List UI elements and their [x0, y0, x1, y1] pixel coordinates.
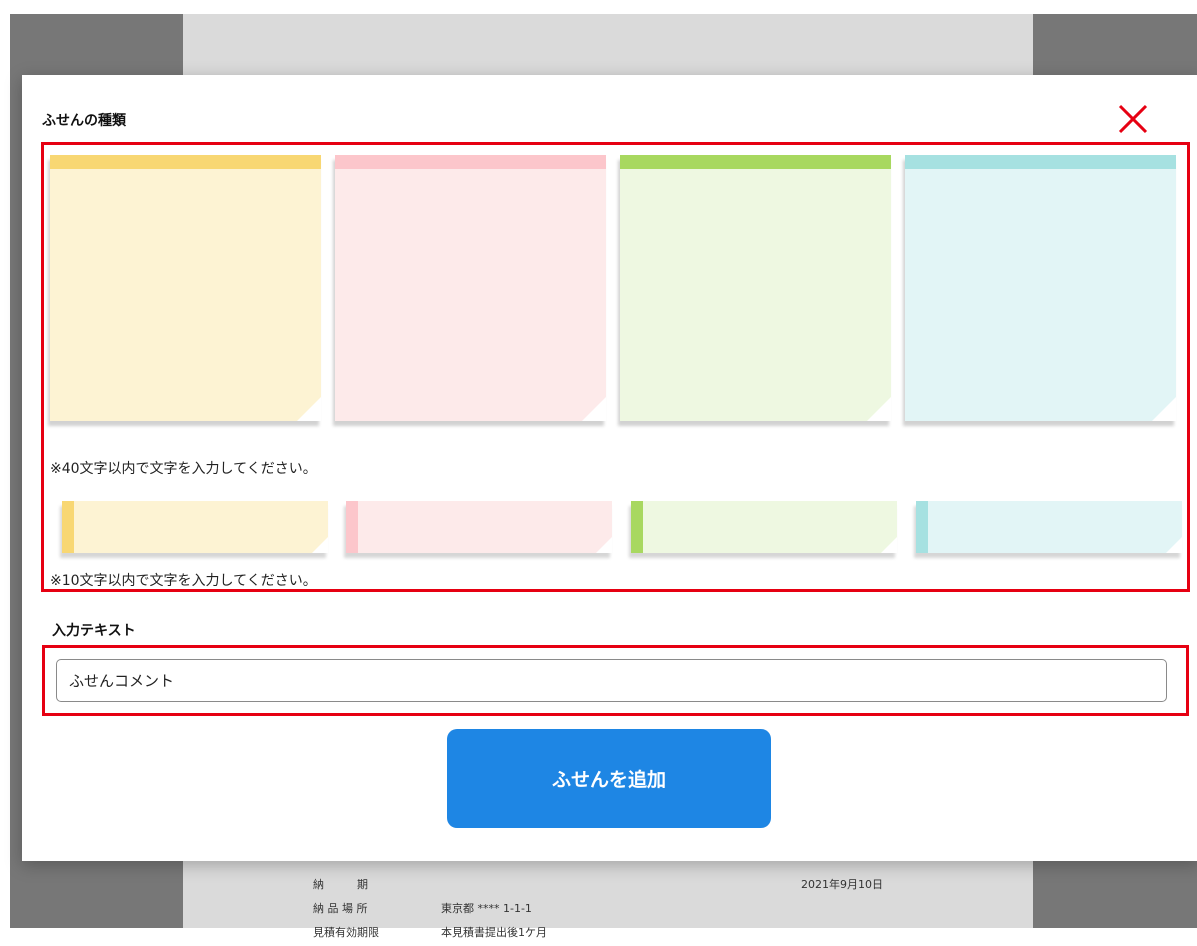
- doc-date: 2021年9月10日: [801, 878, 883, 891]
- small-note-pink[interactable]: [346, 501, 612, 553]
- note-text-input[interactable]: [56, 659, 1167, 702]
- document-details: 納 期 2021年9月10日 納 品 場 所 東京都 **** 1-1-1 見積…: [183, 862, 1033, 942]
- note-band: [50, 155, 321, 169]
- input-label: 入力テキスト: [52, 623, 136, 639]
- page-curl-icon: [582, 397, 606, 421]
- note-band: [905, 155, 1176, 169]
- doc-label: 納 品 場 所: [313, 902, 368, 915]
- note-band: [335, 155, 606, 169]
- note-band: [916, 501, 928, 553]
- doc-label: 見積有効期限: [313, 926, 379, 939]
- note-band: [620, 155, 891, 169]
- doc-value: 東京都 **** 1-1-1: [441, 902, 532, 915]
- note-band: [346, 501, 358, 553]
- dialog-title: ふせんの種類: [42, 113, 126, 129]
- large-note-pink[interactable]: [335, 155, 606, 421]
- page-curl-icon: [1166, 537, 1182, 553]
- note-band: [631, 501, 643, 553]
- page-curl-icon: [312, 537, 328, 553]
- page-curl-icon: [881, 537, 897, 553]
- sticky-note-dialog: ふせんの種類 ※40文字以内で文字を入力してください。 ※10文字以内で文字を入…: [22, 75, 1197, 861]
- close-icon: [1118, 104, 1148, 134]
- large-note-yellow[interactable]: [50, 155, 321, 421]
- doc-label: 納 期: [313, 878, 368, 891]
- doc-value: 本見積書提出後1ケ月: [441, 926, 547, 939]
- add-note-button[interactable]: ふせんを追加: [447, 729, 771, 828]
- large-note-hint: ※40文字以内で文字を入力してください。: [50, 461, 317, 477]
- large-note-green[interactable]: [620, 155, 891, 421]
- small-note-green[interactable]: [631, 501, 897, 553]
- input-highlight: [42, 645, 1189, 716]
- page-curl-icon: [867, 397, 891, 421]
- small-note-hint: ※10文字以内で文字を入力してください。: [50, 573, 317, 589]
- page-curl-icon: [1152, 397, 1176, 421]
- small-note-yellow[interactable]: [62, 501, 328, 553]
- close-button[interactable]: [1116, 102, 1150, 136]
- note-band: [62, 501, 74, 553]
- large-note-cyan[interactable]: [905, 155, 1176, 421]
- page-curl-icon: [596, 537, 612, 553]
- small-note-cyan[interactable]: [916, 501, 1182, 553]
- page-curl-icon: [297, 397, 321, 421]
